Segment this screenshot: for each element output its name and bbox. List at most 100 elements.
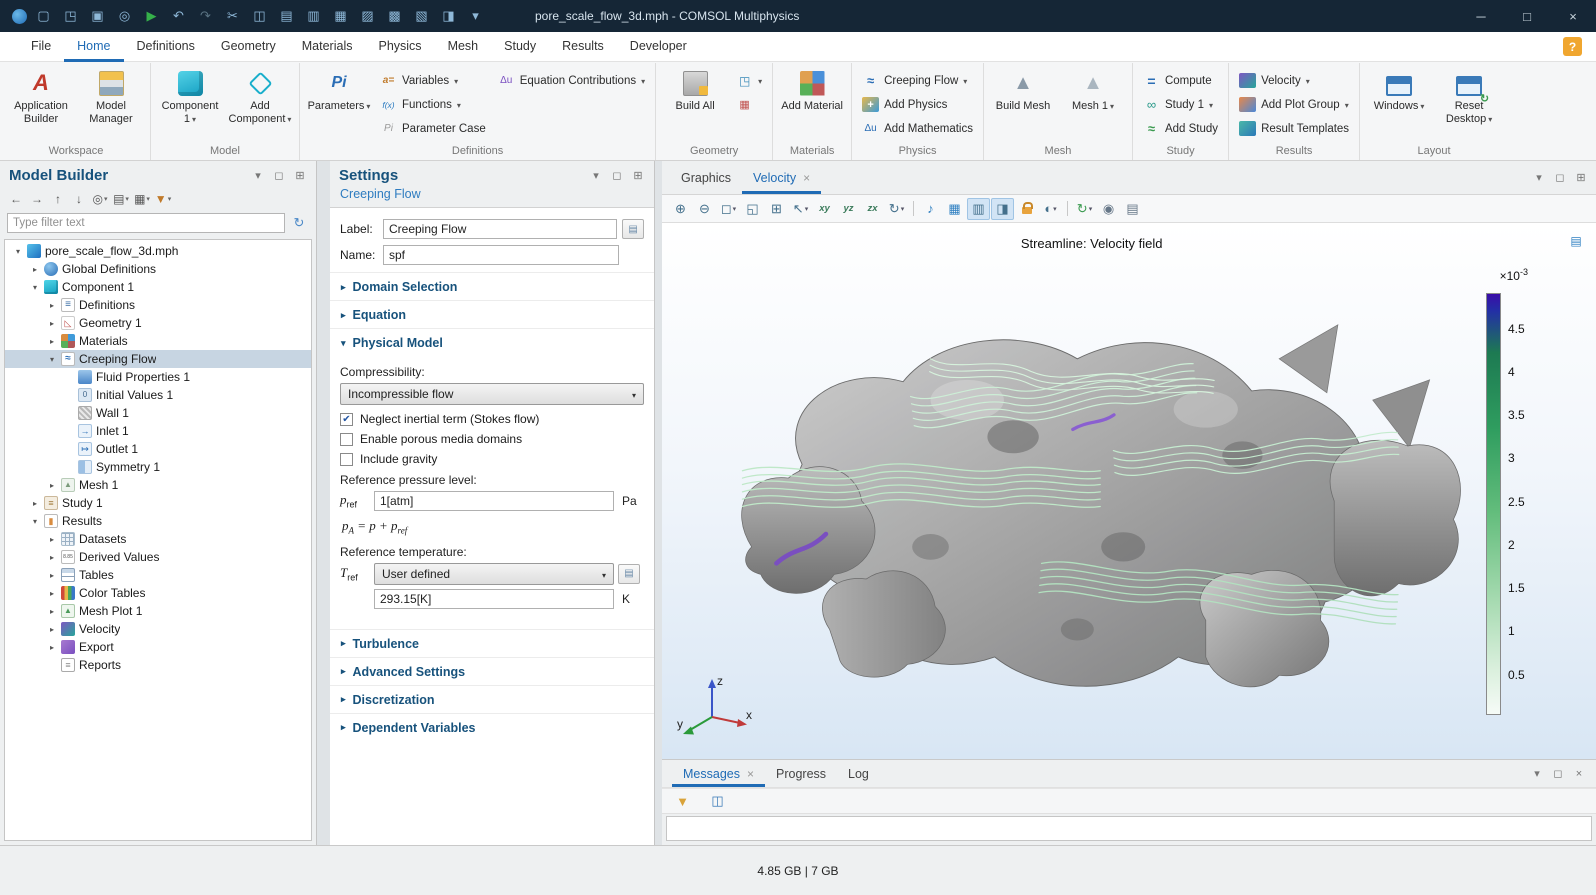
- checkbox[interactable]: [340, 413, 353, 426]
- reference-pressure-input[interactable]: [374, 491, 614, 511]
- plot-properties-icon[interactable]: ▤: [1566, 232, 1586, 250]
- build-all-button[interactable]: Build All: [661, 65, 729, 116]
- tree-item-tables[interactable]: ▸ Tables: [5, 566, 311, 584]
- section-dependent-variables[interactable]: Dependent Variables: [330, 713, 654, 741]
- add-physics-button[interactable]: Add Physics: [857, 93, 978, 116]
- tab-velocity[interactable]: Velocity×: [742, 161, 821, 194]
- tab-messages[interactable]: Messages×: [672, 760, 765, 787]
- tree-item-creeping-flow[interactable]: ▾ Creeping Flow: [5, 350, 311, 368]
- application-builder-button[interactable]: Application Builder: [7, 65, 75, 129]
- new-file-icon[interactable]: ▢: [30, 1, 57, 31]
- section-turbulence[interactable]: Turbulence: [330, 629, 654, 657]
- graphics-canvas[interactable]: Streamline: Velocity field ▤: [662, 223, 1596, 759]
- label-input[interactable]: [383, 219, 617, 239]
- checkbox[interactable]: [340, 453, 353, 466]
- menu-tab-developer[interactable]: Developer: [617, 32, 700, 62]
- component-button[interactable]: Component 1: [156, 65, 224, 129]
- model-manager-button[interactable]: Model Manager: [77, 65, 145, 129]
- tree-item-mesh-1[interactable]: ▸ Mesh 1: [5, 476, 311, 494]
- move-up-icon[interactable]: ↑: [48, 189, 68, 209]
- tree-expand-icon[interactable]: ▸: [47, 535, 57, 544]
- menu-tab-materials[interactable]: Materials: [289, 32, 366, 62]
- velocity-plot-button[interactable]: Velocity: [1234, 69, 1354, 92]
- tree-expand-icon[interactable]: ▸: [47, 337, 57, 346]
- result-templates-button[interactable]: Result Templates: [1234, 117, 1354, 140]
- tree-item-root[interactable]: ▾ pore_scale_flow_3d.mph: [5, 242, 311, 260]
- menu-tab-results[interactable]: Results: [549, 32, 617, 62]
- geometry-sequence-button[interactable]: [731, 69, 767, 92]
- side-panel-icon[interactable]: ◨: [991, 198, 1014, 220]
- scene-rotation-icon[interactable]: ↻▾: [885, 198, 908, 220]
- undo-icon[interactable]: ↶: [165, 1, 192, 31]
- section-equation[interactable]: Equation: [330, 300, 654, 328]
- refresh-icon[interactable]: ↻: [289, 213, 309, 233]
- show-options-icon[interactable]: ◎▾: [90, 189, 110, 209]
- tree-item-velocity[interactable]: ▸ Velocity: [5, 620, 311, 638]
- view-xy-button[interactable]: xy: [813, 198, 836, 220]
- tree-item-component-1[interactable]: ▾ Component 1: [5, 278, 311, 296]
- menu-tab-physics[interactable]: Physics: [365, 32, 434, 62]
- tree-expand-icon[interactable]: ▸: [30, 265, 40, 274]
- table-icon[interactable]: ◨: [435, 1, 462, 31]
- show-table-icon[interactable]: ▦: [943, 198, 966, 220]
- section-discretization[interactable]: Discretization: [330, 685, 654, 713]
- tree-item-mesh-plot-1[interactable]: ▸ Mesh Plot 1: [5, 602, 311, 620]
- tree-item-reports[interactable]: Reports: [5, 656, 311, 674]
- add-plot-group-button[interactable]: Add Plot Group: [1234, 93, 1354, 116]
- tree-expand-icon[interactable]: ▸: [47, 643, 57, 652]
- build-mesh-icon[interactable]: ▩: [381, 1, 408, 31]
- add-component-button[interactable]: Add Component: [226, 65, 294, 129]
- reset-desktop-button[interactable]: Reset Desktop: [1435, 65, 1503, 129]
- tree-text-options-icon[interactable]: ▤▾: [111, 189, 131, 209]
- preview-icon[interactable]: ◎: [111, 1, 138, 31]
- panel-menu-icon[interactable]: ▾: [1530, 767, 1544, 780]
- menu-tab-mesh[interactable]: Mesh: [435, 32, 492, 62]
- temperature-input[interactable]: [374, 589, 614, 609]
- tab-log[interactable]: Log: [837, 760, 880, 787]
- print-icon[interactable]: ▤: [1121, 198, 1144, 220]
- zoom-selected-icon[interactable]: ⊞: [765, 198, 788, 220]
- compute-button[interactable]: Compute: [1138, 69, 1223, 92]
- lock-axes-icon[interactable]: [1015, 198, 1038, 220]
- close-tab-icon[interactable]: ×: [803, 171, 810, 185]
- tree-item-inlet-1[interactable]: Inlet 1: [5, 422, 311, 440]
- tree-expand-icon[interactable]: ▸: [47, 481, 57, 490]
- add-study-button[interactable]: Add Study: [1138, 117, 1223, 140]
- comsol-logo[interactable]: [8, 1, 30, 31]
- copy-table-icon[interactable]: ◫: [706, 790, 729, 812]
- add-mathematics-button[interactable]: Add Mathematics: [857, 117, 978, 140]
- tree-expand-icon[interactable]: ▾: [30, 283, 40, 292]
- panel-menu-icon[interactable]: ▾: [251, 169, 265, 182]
- panel-menu-icon[interactable]: ▾: [1532, 171, 1546, 184]
- open-file-icon[interactable]: ◳: [57, 1, 84, 31]
- run-icon[interactable]: ▶: [138, 1, 165, 31]
- zoom-in-icon[interactable]: ⊕: [669, 198, 692, 220]
- panel-menu-icon[interactable]: ▾: [589, 169, 603, 182]
- toolbar-separator[interactable]: [1067, 201, 1068, 216]
- view-yz-button[interactable]: yz: [837, 198, 860, 220]
- duplicate-icon[interactable]: ▥: [300, 1, 327, 31]
- temperature-source-button[interactable]: [618, 564, 640, 584]
- forward-icon[interactable]: →: [27, 189, 47, 209]
- back-icon[interactable]: ←: [6, 189, 26, 209]
- tree-expand-icon[interactable]: ▸: [47, 301, 57, 310]
- close-panel-icon[interactable]: ×: [1572, 768, 1586, 780]
- tab-graphics[interactable]: Graphics: [670, 161, 742, 194]
- tree-expand-icon[interactable]: ▸: [47, 571, 57, 580]
- add-material-button[interactable]: Add Material: [778, 65, 846, 116]
- zoom-extents-icon[interactable]: ◱: [741, 198, 764, 220]
- checkbox[interactable]: [340, 433, 353, 446]
- tab-progress[interactable]: Progress: [765, 760, 837, 787]
- mesh-1-button[interactable]: Mesh 1: [1059, 65, 1127, 116]
- paste-icon[interactable]: ▤: [273, 1, 300, 31]
- sound-icon[interactable]: ♪: [919, 198, 942, 220]
- go-to-default-view-icon[interactable]: ↖▾: [789, 198, 812, 220]
- delete-icon[interactable]: ▦: [327, 1, 354, 31]
- functions-button[interactable]: Functions: [375, 93, 491, 116]
- evaluate-icon[interactable]: ▧: [408, 1, 435, 31]
- view-zx-button[interactable]: zx: [861, 198, 884, 220]
- tree-expand-icon[interactable]: ▸: [47, 319, 57, 328]
- tree-expand-icon[interactable]: ▸: [47, 589, 57, 598]
- tree-item-outlet-1[interactable]: Outlet 1: [5, 440, 311, 458]
- physics-interface-button[interactable]: Creeping Flow: [857, 69, 978, 92]
